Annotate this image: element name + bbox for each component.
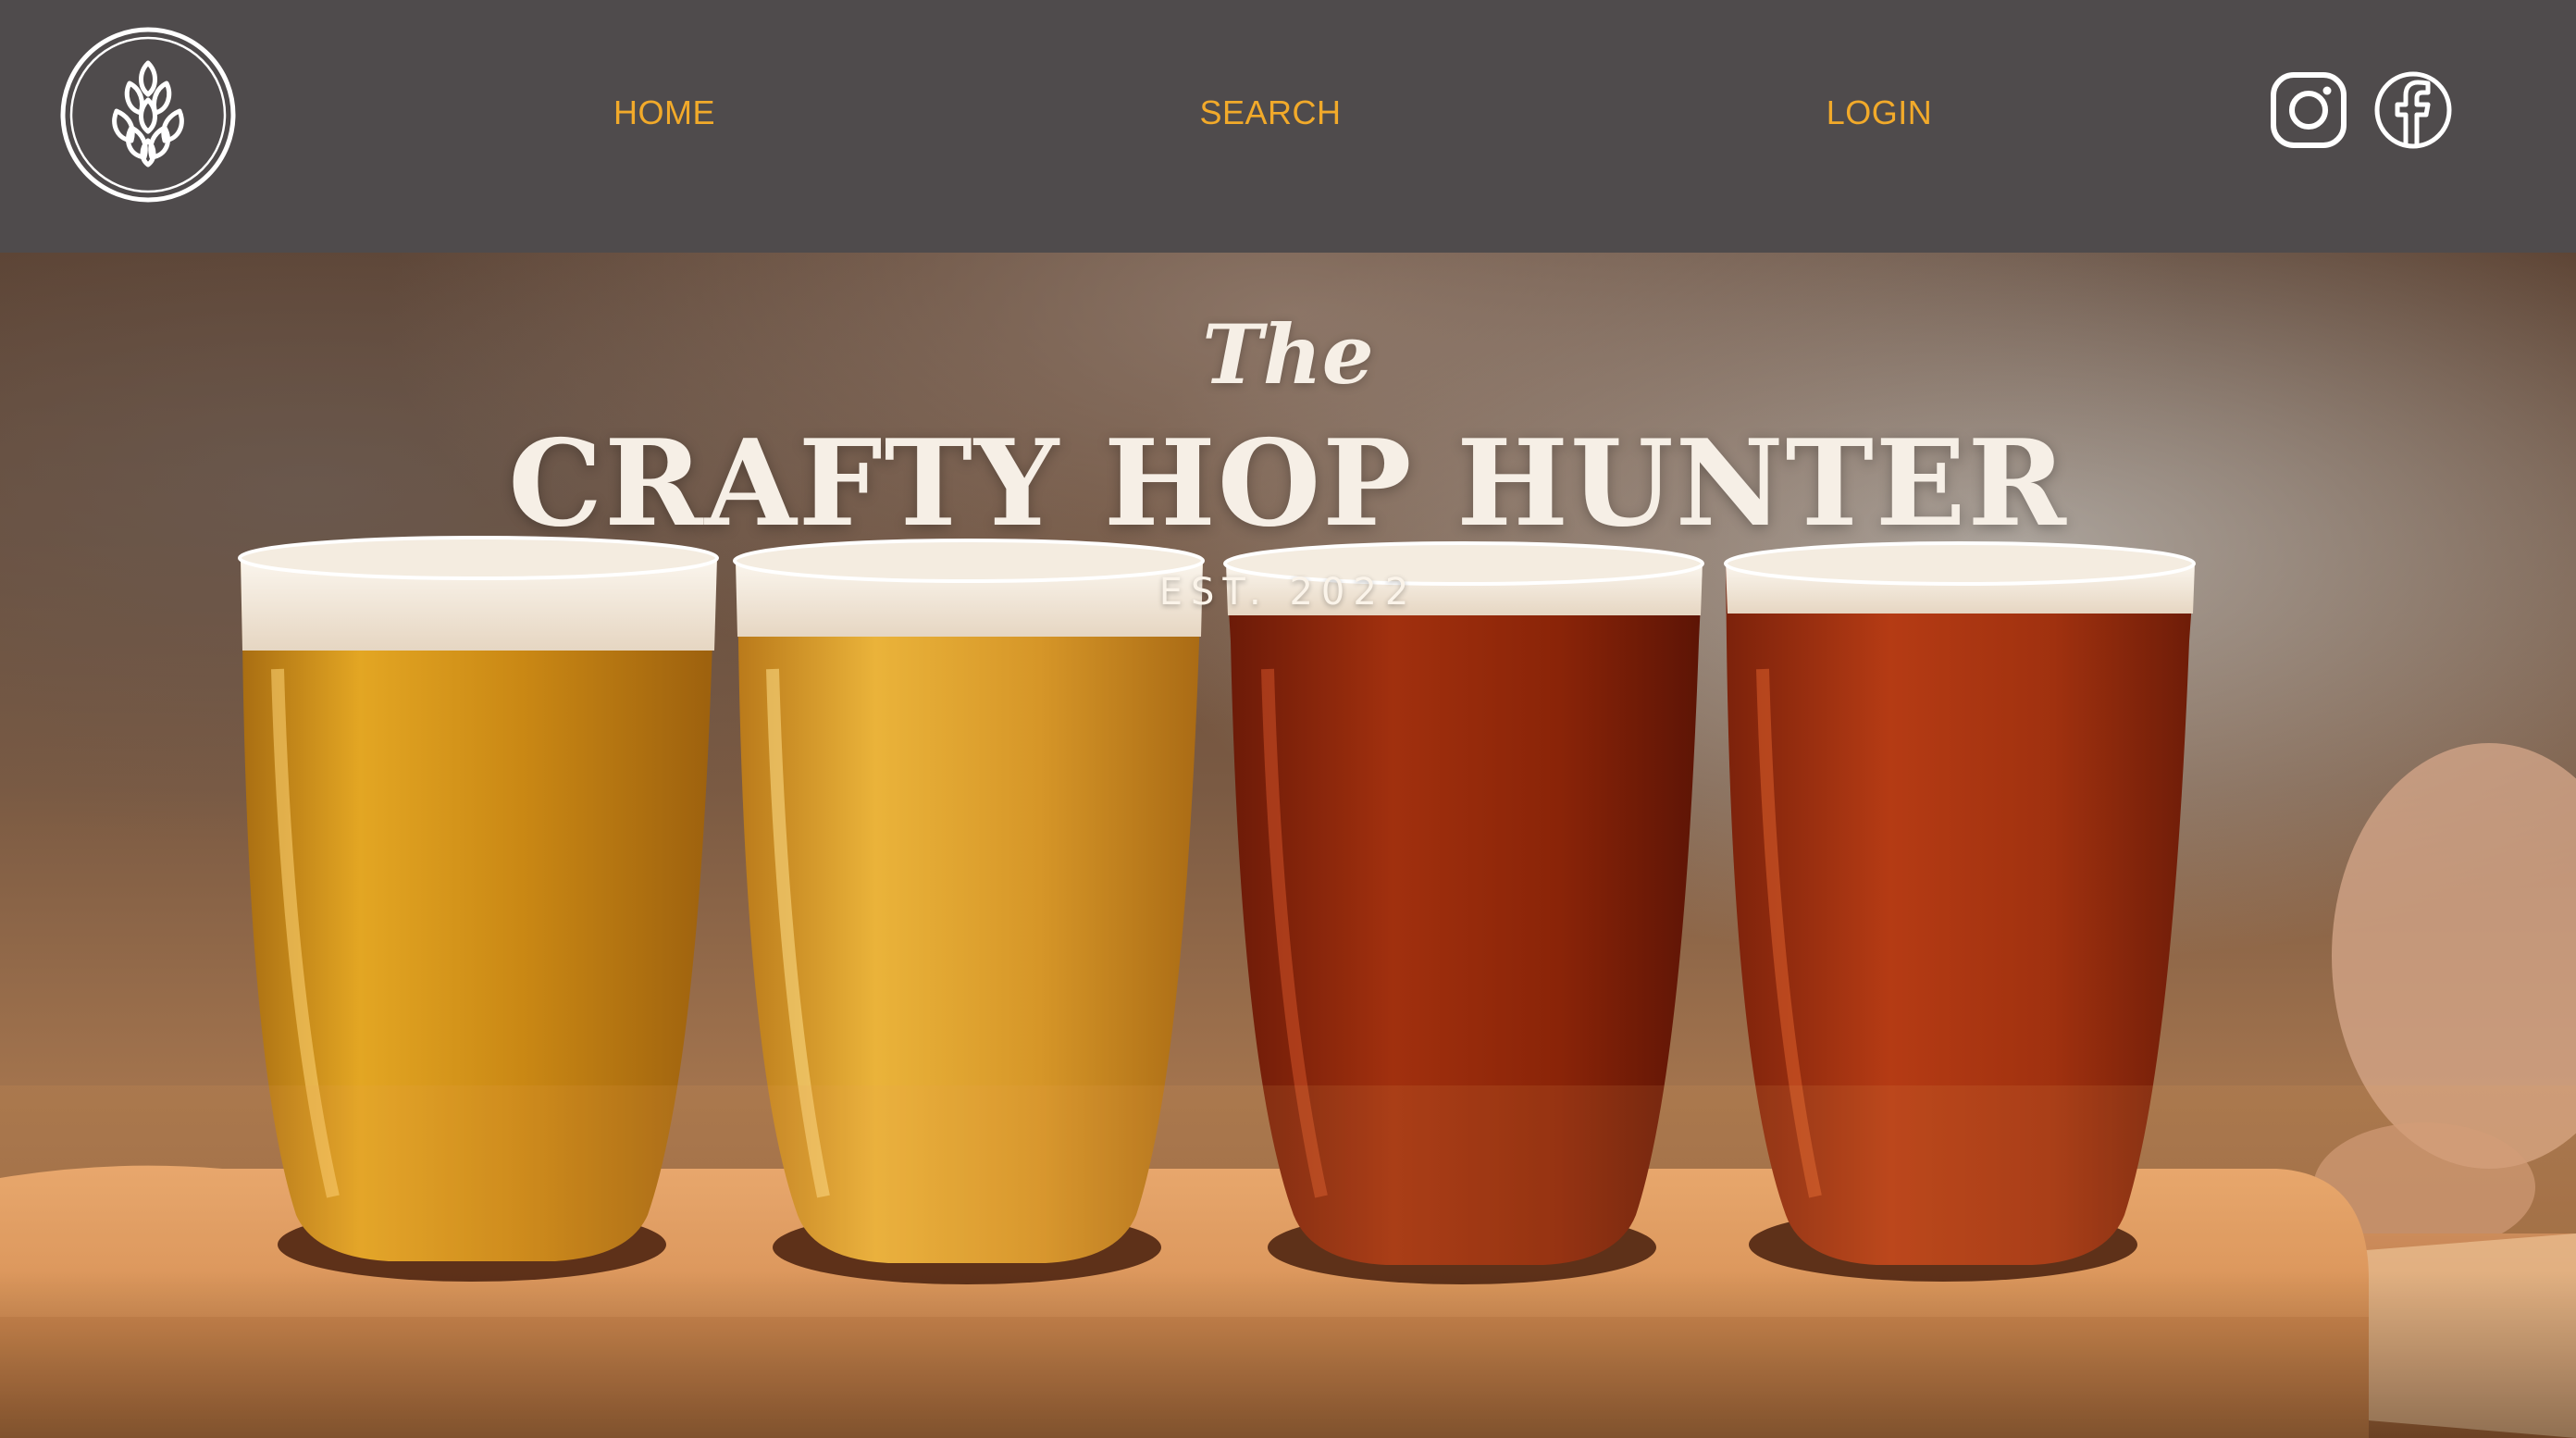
nav-home-link[interactable]: HOME [613,93,715,133]
site-header: HOME SEARCH LOGIN [0,0,2576,253]
hero-title: CRAFTY HOP HUNTER [508,415,2068,553]
facebook-icon[interactable] [2373,70,2453,150]
hero-title-prefix: The [1202,306,1374,403]
hero-section: The CRAFTY HOP HUNTER EST. 2022 [0,253,2576,1438]
hop-logo-icon[interactable] [59,26,237,204]
nav-login-link[interactable]: LOGIN [1827,93,1933,133]
nav-search-link[interactable]: SEARCH [1199,93,1341,133]
hero-established: EST. 2022 [1158,571,1418,614]
instagram-icon[interactable] [2269,70,2348,150]
